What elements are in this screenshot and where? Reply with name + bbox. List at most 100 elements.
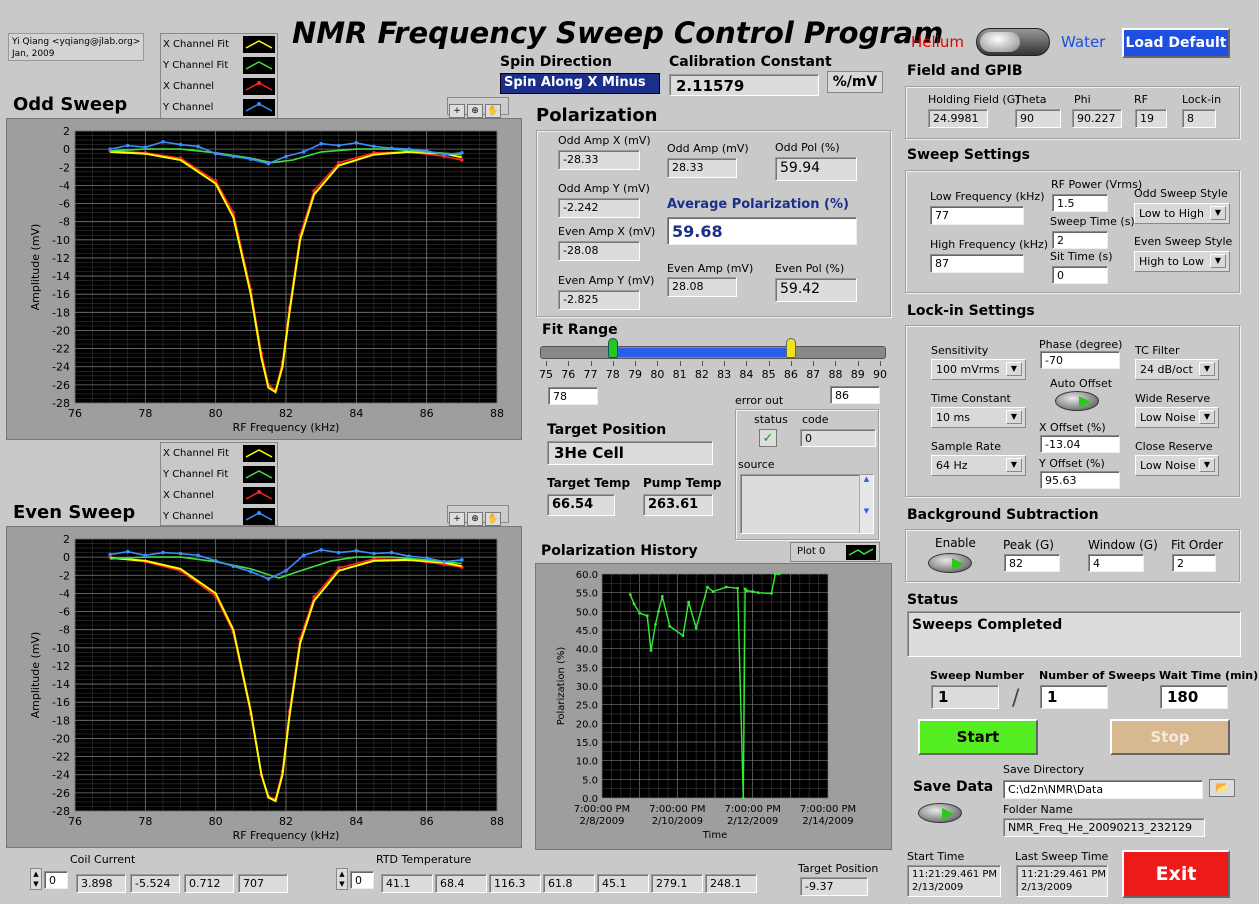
sit-time-label: Sit Time (s) <box>1050 250 1113 263</box>
x-tick-label: 78 <box>138 815 152 828</box>
array-element: 3.898 <box>76 874 126 893</box>
start-button[interactable]: Start <box>918 719 1038 755</box>
x-tick-label: 86 <box>420 407 434 420</box>
sweep-time-input[interactable]: 2 <box>1052 231 1108 249</box>
source-scrollbar[interactable]: ▲ ▼ <box>859 475 873 533</box>
fit-order-input[interactable]: 2 <box>1172 554 1216 572</box>
holding-field-value: 24.9981 <box>928 109 988 128</box>
tc-filter-select[interactable]: 24 dB/oct ▼ <box>1135 359 1219 380</box>
data-point <box>407 554 411 559</box>
fit-low-input[interactable]: 78 <box>548 387 598 405</box>
rf-power-input[interactable]: 1.5 <box>1052 194 1108 212</box>
history-point <box>660 595 664 598</box>
sit-time-input[interactable]: 0 <box>1052 266 1108 284</box>
odd-graph-tools[interactable]: + ⊕ ✋ <box>447 97 509 118</box>
history-point <box>736 586 739 590</box>
even-style-select[interactable]: High to Low ▼ <box>1134 251 1230 272</box>
data-point <box>231 564 236 568</box>
wide-reserve-value: Low Noise <box>1140 411 1196 424</box>
history-point <box>645 614 649 618</box>
spin-direction-select[interactable]: Spin Along X Minus <box>500 73 660 94</box>
data-point <box>354 140 359 145</box>
calibration-value: 2.11579 <box>669 74 819 96</box>
y-tick-label: -28 <box>52 805 70 818</box>
y-tick-label: -20 <box>52 324 70 337</box>
chevron-down-icon: ▼ <box>1210 206 1226 220</box>
error-source-value: ▲ ▼ <box>740 474 874 534</box>
x-tick-label: 80 <box>209 407 223 420</box>
y-tick-label: 5.0 <box>582 775 598 786</box>
field-title: Field and GPIB <box>907 63 1023 79</box>
spin-direction-label: Spin Direction <box>500 54 612 70</box>
exit-button[interactable]: Exit <box>1122 850 1230 898</box>
data-point <box>125 143 130 148</box>
history-point <box>741 796 745 800</box>
x-tick-label-date: 2/8/2009 <box>580 816 625 827</box>
browse-folder-icon[interactable]: 📂 <box>1209 779 1235 797</box>
wide-reserve-select[interactable]: Low Noise ▼ <box>1135 407 1219 428</box>
legend-x-channel: X Channel <box>163 490 215 501</box>
fit-range-high-thumb[interactable] <box>785 338 796 358</box>
fit-range-tick-label: 78 <box>605 368 620 381</box>
low-freq-input[interactable]: 77 <box>930 206 1024 225</box>
sample-rate-select[interactable]: 64 Hz ▼ <box>931 455 1026 476</box>
x-offset-input[interactable]: -13.04 <box>1040 435 1120 453</box>
high-freq-input[interactable]: 87 <box>930 254 1024 273</box>
odd-sweep-graph: 76 78 80 82 84 86 88 2 0 -2 -4 -6 -8 -10 -12 -14 -16 -18 -… <box>6 118 522 440</box>
pan-hand-icon[interactable]: ✋ <box>485 104 501 118</box>
window-input[interactable]: 4 <box>1088 554 1144 572</box>
odd-style-label: Odd Sweep Style <box>1134 187 1228 200</box>
data-point <box>108 147 112 151</box>
save-directory-input[interactable]: C:\d2n\NMR\Data <box>1003 780 1203 799</box>
coil-index-stepper[interactable]: ▲ ▼ <box>30 868 42 890</box>
x-tick-label: 76 <box>68 815 82 828</box>
zoom-icon[interactable]: ⊕ <box>467 512 483 526</box>
coil-index-input[interactable]: 0 <box>44 871 68 889</box>
folder-name-label: Folder Name <box>1003 803 1073 816</box>
bg-enable-toggle[interactable] <box>928 553 972 573</box>
time-constant-value: 10 ms <box>936 411 970 424</box>
fit-range-low-thumb[interactable] <box>607 338 618 358</box>
auto-offset-button[interactable] <box>1055 391 1099 411</box>
y-tick-label: -16 <box>52 288 70 301</box>
gas-toggle-switch[interactable] <box>976 28 1050 56</box>
cursor-icon[interactable]: + <box>449 512 465 526</box>
legend-y-channel: Y Channel <box>163 511 214 522</box>
data-point <box>389 146 394 151</box>
wait-time-input[interactable]: 180 <box>1160 685 1228 709</box>
number-of-sweeps-input[interactable]: 1 <box>1040 685 1108 709</box>
x-tick-label: 80 <box>209 815 223 828</box>
save-data-toggle[interactable] <box>918 803 962 823</box>
lockin-settings-title: Lock-in Settings <box>907 303 1035 319</box>
data-point <box>354 548 359 553</box>
odd-style-select[interactable]: Low to High ▼ <box>1134 203 1230 224</box>
data-point <box>407 147 411 151</box>
y-tick-label: 2 <box>63 125 70 138</box>
sensitivity-select[interactable]: 100 mVrms ▼ <box>931 359 1026 380</box>
cursor-icon[interactable]: + <box>449 104 465 118</box>
fit-range-slider[interactable] <box>540 346 886 359</box>
pan-hand-icon[interactable]: ✋ <box>485 512 501 526</box>
y-tick-label: -22 <box>52 751 70 764</box>
even-graph-tools[interactable]: + ⊕ ✋ <box>447 505 509 526</box>
y-axis-label: Amplitude (mV) <box>29 632 42 719</box>
data-point <box>125 549 130 554</box>
y-tick-label: 25.0 <box>576 701 598 712</box>
y-offset-input[interactable]: 95.63 <box>1040 471 1120 489</box>
y-tick-label: -6 <box>59 198 70 211</box>
rtd-index-input[interactable]: 0 <box>350 871 374 889</box>
time-constant-select[interactable]: 10 ms ▼ <box>931 407 1026 428</box>
close-reserve-select[interactable]: Low Noise ▼ <box>1135 455 1219 476</box>
data-point <box>424 556 429 560</box>
sweep-settings-title: Sweep Settings <box>907 147 1030 163</box>
peak-input[interactable]: 82 <box>1004 554 1060 572</box>
fit-high-input[interactable]: 86 <box>830 386 880 404</box>
phase-input[interactable]: -70 <box>1040 351 1120 369</box>
load-default-button[interactable]: Load Default <box>1122 28 1230 58</box>
zoom-icon[interactable]: ⊕ <box>467 104 483 118</box>
background-title: Background Subtraction <box>907 507 1099 523</box>
rtd-index-stepper[interactable]: ▲ ▼ <box>336 868 348 890</box>
fit-range-tick-label: 84 <box>739 368 754 381</box>
stop-button[interactable]: Stop <box>1110 719 1230 755</box>
fit-range-tick-mark <box>679 361 681 366</box>
